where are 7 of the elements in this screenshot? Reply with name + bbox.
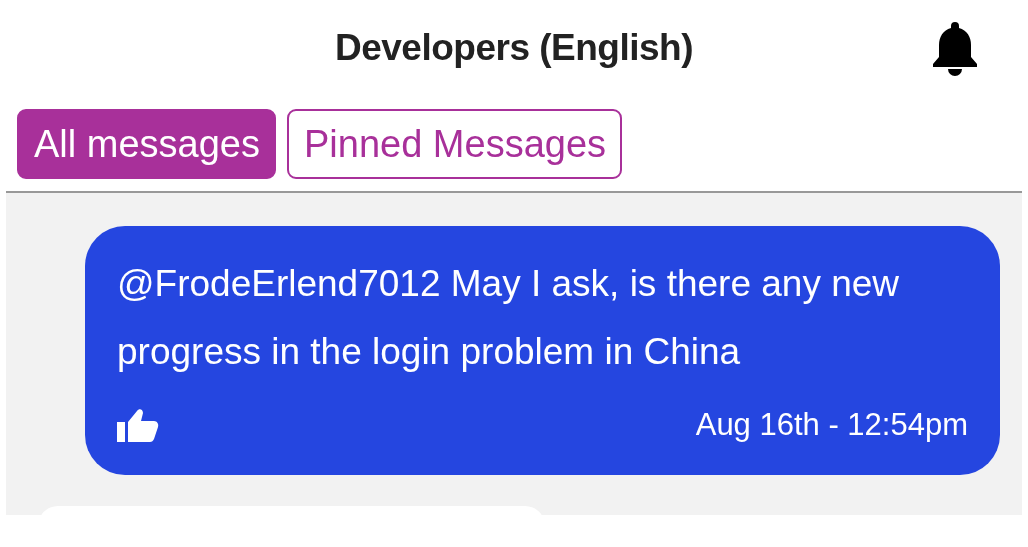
notification-bell-icon[interactable] — [932, 20, 978, 76]
channel-title: Developers (English) — [335, 29, 693, 66]
thumbs-up-icon[interactable] — [117, 408, 159, 443]
message-time: Aug 16th - 12:54pm — [695, 406, 968, 444]
message-text: @FrodeErlend7012 May I ask, is there any new progress in the login problem in China — [117, 262, 901, 374]
tab[interactable]: All messages — [17, 109, 276, 179]
tab[interactable]: Pinned Messages — [287, 109, 623, 179]
